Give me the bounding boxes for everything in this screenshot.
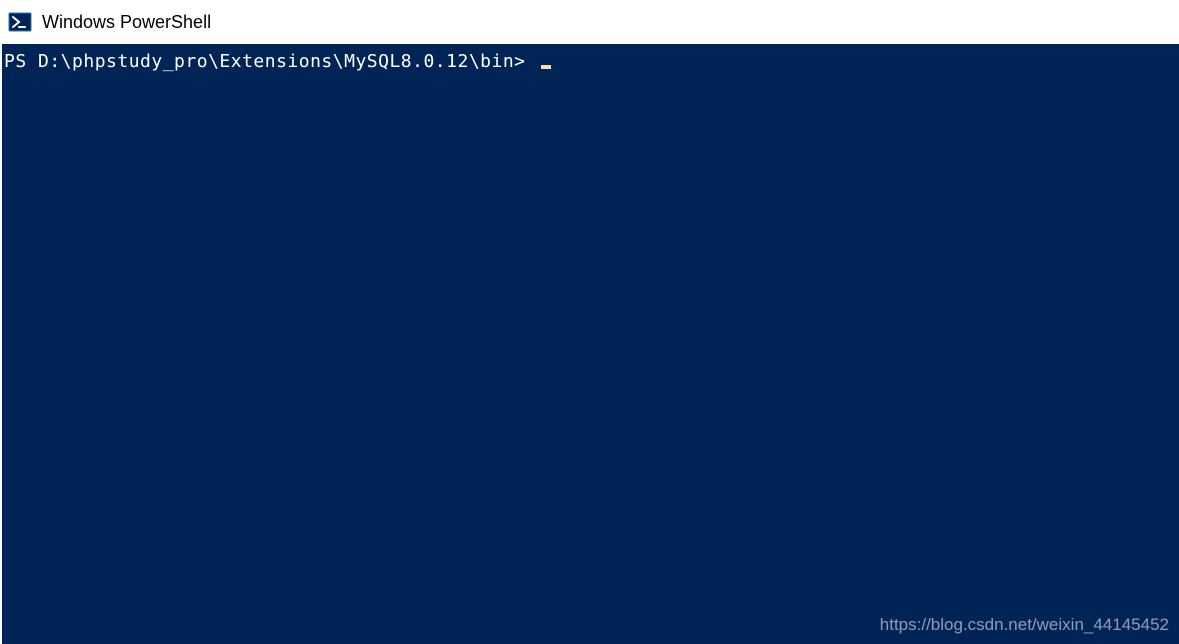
terminal-prompt-line: PS D:\phpstudy_pro\Extensions\MySQL8.0.1…: [4, 50, 1177, 73]
window-titlebar[interactable]: Windows PowerShell: [0, 0, 1179, 44]
window-title: Windows PowerShell: [42, 12, 211, 33]
watermark-text: https://blog.csdn.net/weixin_44145452: [880, 614, 1169, 636]
powershell-icon: [8, 10, 32, 34]
terminal-prompt: PS D:\phpstudy_pro\Extensions\MySQL8.0.1…: [4, 51, 537, 72]
terminal-cursor: [541, 65, 551, 69]
terminal-area[interactable]: PS D:\phpstudy_pro\Extensions\MySQL8.0.1…: [2, 44, 1179, 644]
